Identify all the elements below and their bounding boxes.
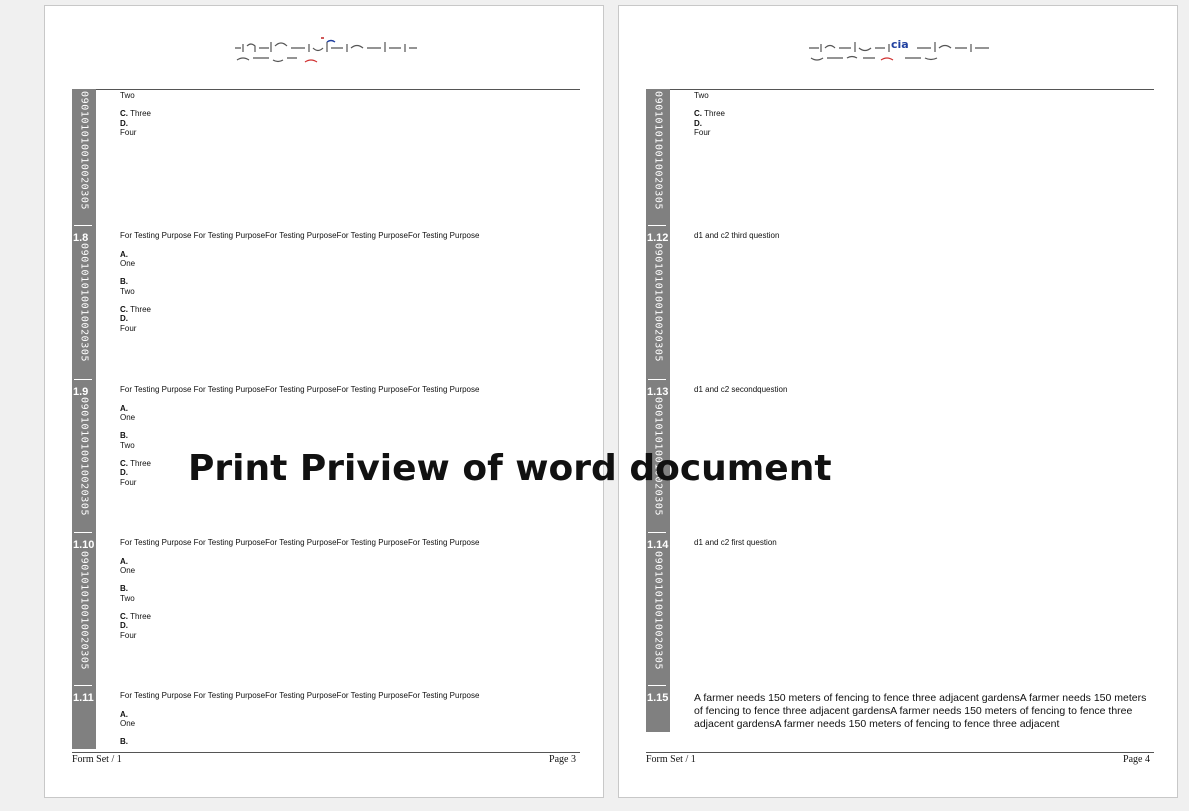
option-d-letter: D.: [120, 621, 128, 631]
option-letter: A.: [120, 250, 128, 259]
option-letter: D.: [120, 119, 128, 128]
option-letter: D.: [120, 468, 128, 477]
option-letter: B.: [120, 431, 128, 440]
question-text: For Testing Purpose For Testing PurposeF…: [120, 691, 480, 700]
vertical-code: 090101010010020305: [78, 91, 90, 211]
option-letter: C.: [694, 109, 702, 118]
question-text: d1 and c2 first question: [694, 538, 777, 547]
option-d-letter: D.: [120, 314, 128, 324]
option-c-text: Three: [130, 109, 151, 118]
option-letter: A.: [120, 557, 128, 566]
option-c-text: Three: [704, 109, 725, 118]
footer-rule: [646, 752, 1154, 753]
option-b-letter: B.: [120, 431, 128, 441]
question-number: 1.9: [73, 386, 89, 398]
question-number: 1.10: [73, 539, 95, 551]
option-d-letter: D.: [120, 468, 128, 478]
footer-form-set: Form Set / 1: [646, 754, 696, 765]
question-number: 1.14: [647, 539, 669, 551]
header-rule: [646, 89, 1154, 90]
option-c: C. Three: [694, 109, 725, 119]
vertical-code: 090101010010020305: [652, 243, 664, 363]
option-b-text: Two: [120, 441, 135, 450]
option-letter: D.: [120, 621, 128, 630]
footer-rule: [72, 752, 580, 753]
option-b-text: Two: [120, 287, 135, 296]
option-b-letter: B.: [120, 584, 128, 594]
sidebar-tick: [648, 225, 666, 226]
vertical-code: 090101010010020305: [652, 551, 664, 671]
vertical-code: 090101010010020305: [78, 397, 90, 517]
option-b-letter: B.: [120, 737, 128, 747]
header-logo: cia: [809, 38, 989, 61]
sidebar-tick: [74, 532, 92, 533]
question-text: For Testing Purpose For Testing PurposeF…: [120, 385, 480, 394]
preview-caption: Print Priview of word document: [188, 448, 832, 489]
option-letter: C.: [120, 612, 128, 621]
option-letter: B.: [120, 277, 128, 286]
option-letter: B.: [120, 737, 128, 746]
option-letter: C.: [120, 109, 128, 118]
question-number: 1.8: [73, 232, 89, 244]
vertical-code: 090101010010020305: [78, 551, 90, 671]
vertical-code: 090101010010020305: [652, 91, 664, 211]
question-number: 1.13: [647, 386, 669, 398]
option-c: C. Three: [120, 109, 151, 119]
footer-form-set: Form Set / 1: [72, 754, 122, 765]
sidebar-tick: [648, 685, 666, 686]
option-a-text: One: [120, 413, 136, 422]
option-c-text: Three: [130, 459, 151, 468]
logo-mark: cia: [891, 38, 909, 51]
question-text: A farmer needs 150 meters of fencing to …: [694, 692, 1147, 730]
option-b-text: Two: [120, 91, 135, 100]
question-text: For Testing Purpose For Testing PurposeF…: [120, 538, 480, 547]
option-d-text: Four: [120, 631, 137, 640]
sidebar-tick: [74, 225, 92, 226]
question-sidebar: 090101010010020305 090101010010020305 09…: [646, 89, 670, 732]
footer-page-number: Page 4: [1123, 754, 1150, 765]
header-logo: [235, 37, 417, 63]
question-number: 1.11: [73, 692, 94, 704]
option-b-letter: B.: [120, 277, 128, 287]
sidebar-tick: [648, 532, 666, 533]
option-d-text: Four: [694, 128, 711, 137]
document-page-3: 090101010010020305 090101010010020305 09…: [44, 5, 604, 798]
question-text: d1 and c2 third question: [694, 231, 780, 240]
question-text: d1 and c2 secondquestion: [694, 385, 788, 394]
option-a-text: One: [120, 259, 136, 268]
option-letter: C.: [120, 459, 128, 468]
option-b-text: Two: [120, 594, 135, 603]
option-d-text: Four: [120, 324, 137, 333]
sidebar-tick: [648, 379, 666, 380]
question-number: 1.12: [647, 232, 669, 244]
option-a-text: One: [120, 719, 136, 728]
option-d-text: Four: [120, 128, 137, 137]
option-letter: D.: [120, 314, 128, 323]
option-c-text: Three: [130, 305, 151, 314]
question-number: 1.15: [647, 692, 669, 704]
header-rule: [72, 89, 580, 90]
option-letter: A.: [120, 404, 128, 413]
vertical-code: 090101010010020305: [78, 243, 90, 363]
option-letter: D.: [694, 119, 702, 128]
option-letter: C.: [120, 305, 128, 314]
option-c-text: Three: [130, 612, 151, 621]
option-letter: A.: [120, 710, 128, 719]
footer-page-number: Page 3: [549, 754, 576, 765]
sidebar-tick: [74, 685, 92, 686]
option-a-text: One: [120, 566, 136, 575]
document-page-4: cia 090101010010020305 09010101001002030…: [618, 5, 1178, 798]
option-letter: B.: [120, 584, 128, 593]
option-b-text: Two: [694, 91, 709, 100]
question-sidebar: 090101010010020305 090101010010020305 09…: [72, 89, 96, 749]
sidebar-tick: [74, 379, 92, 380]
option-d-text: Four: [120, 478, 137, 487]
question-text: For Testing Purpose For Testing PurposeF…: [120, 231, 480, 240]
